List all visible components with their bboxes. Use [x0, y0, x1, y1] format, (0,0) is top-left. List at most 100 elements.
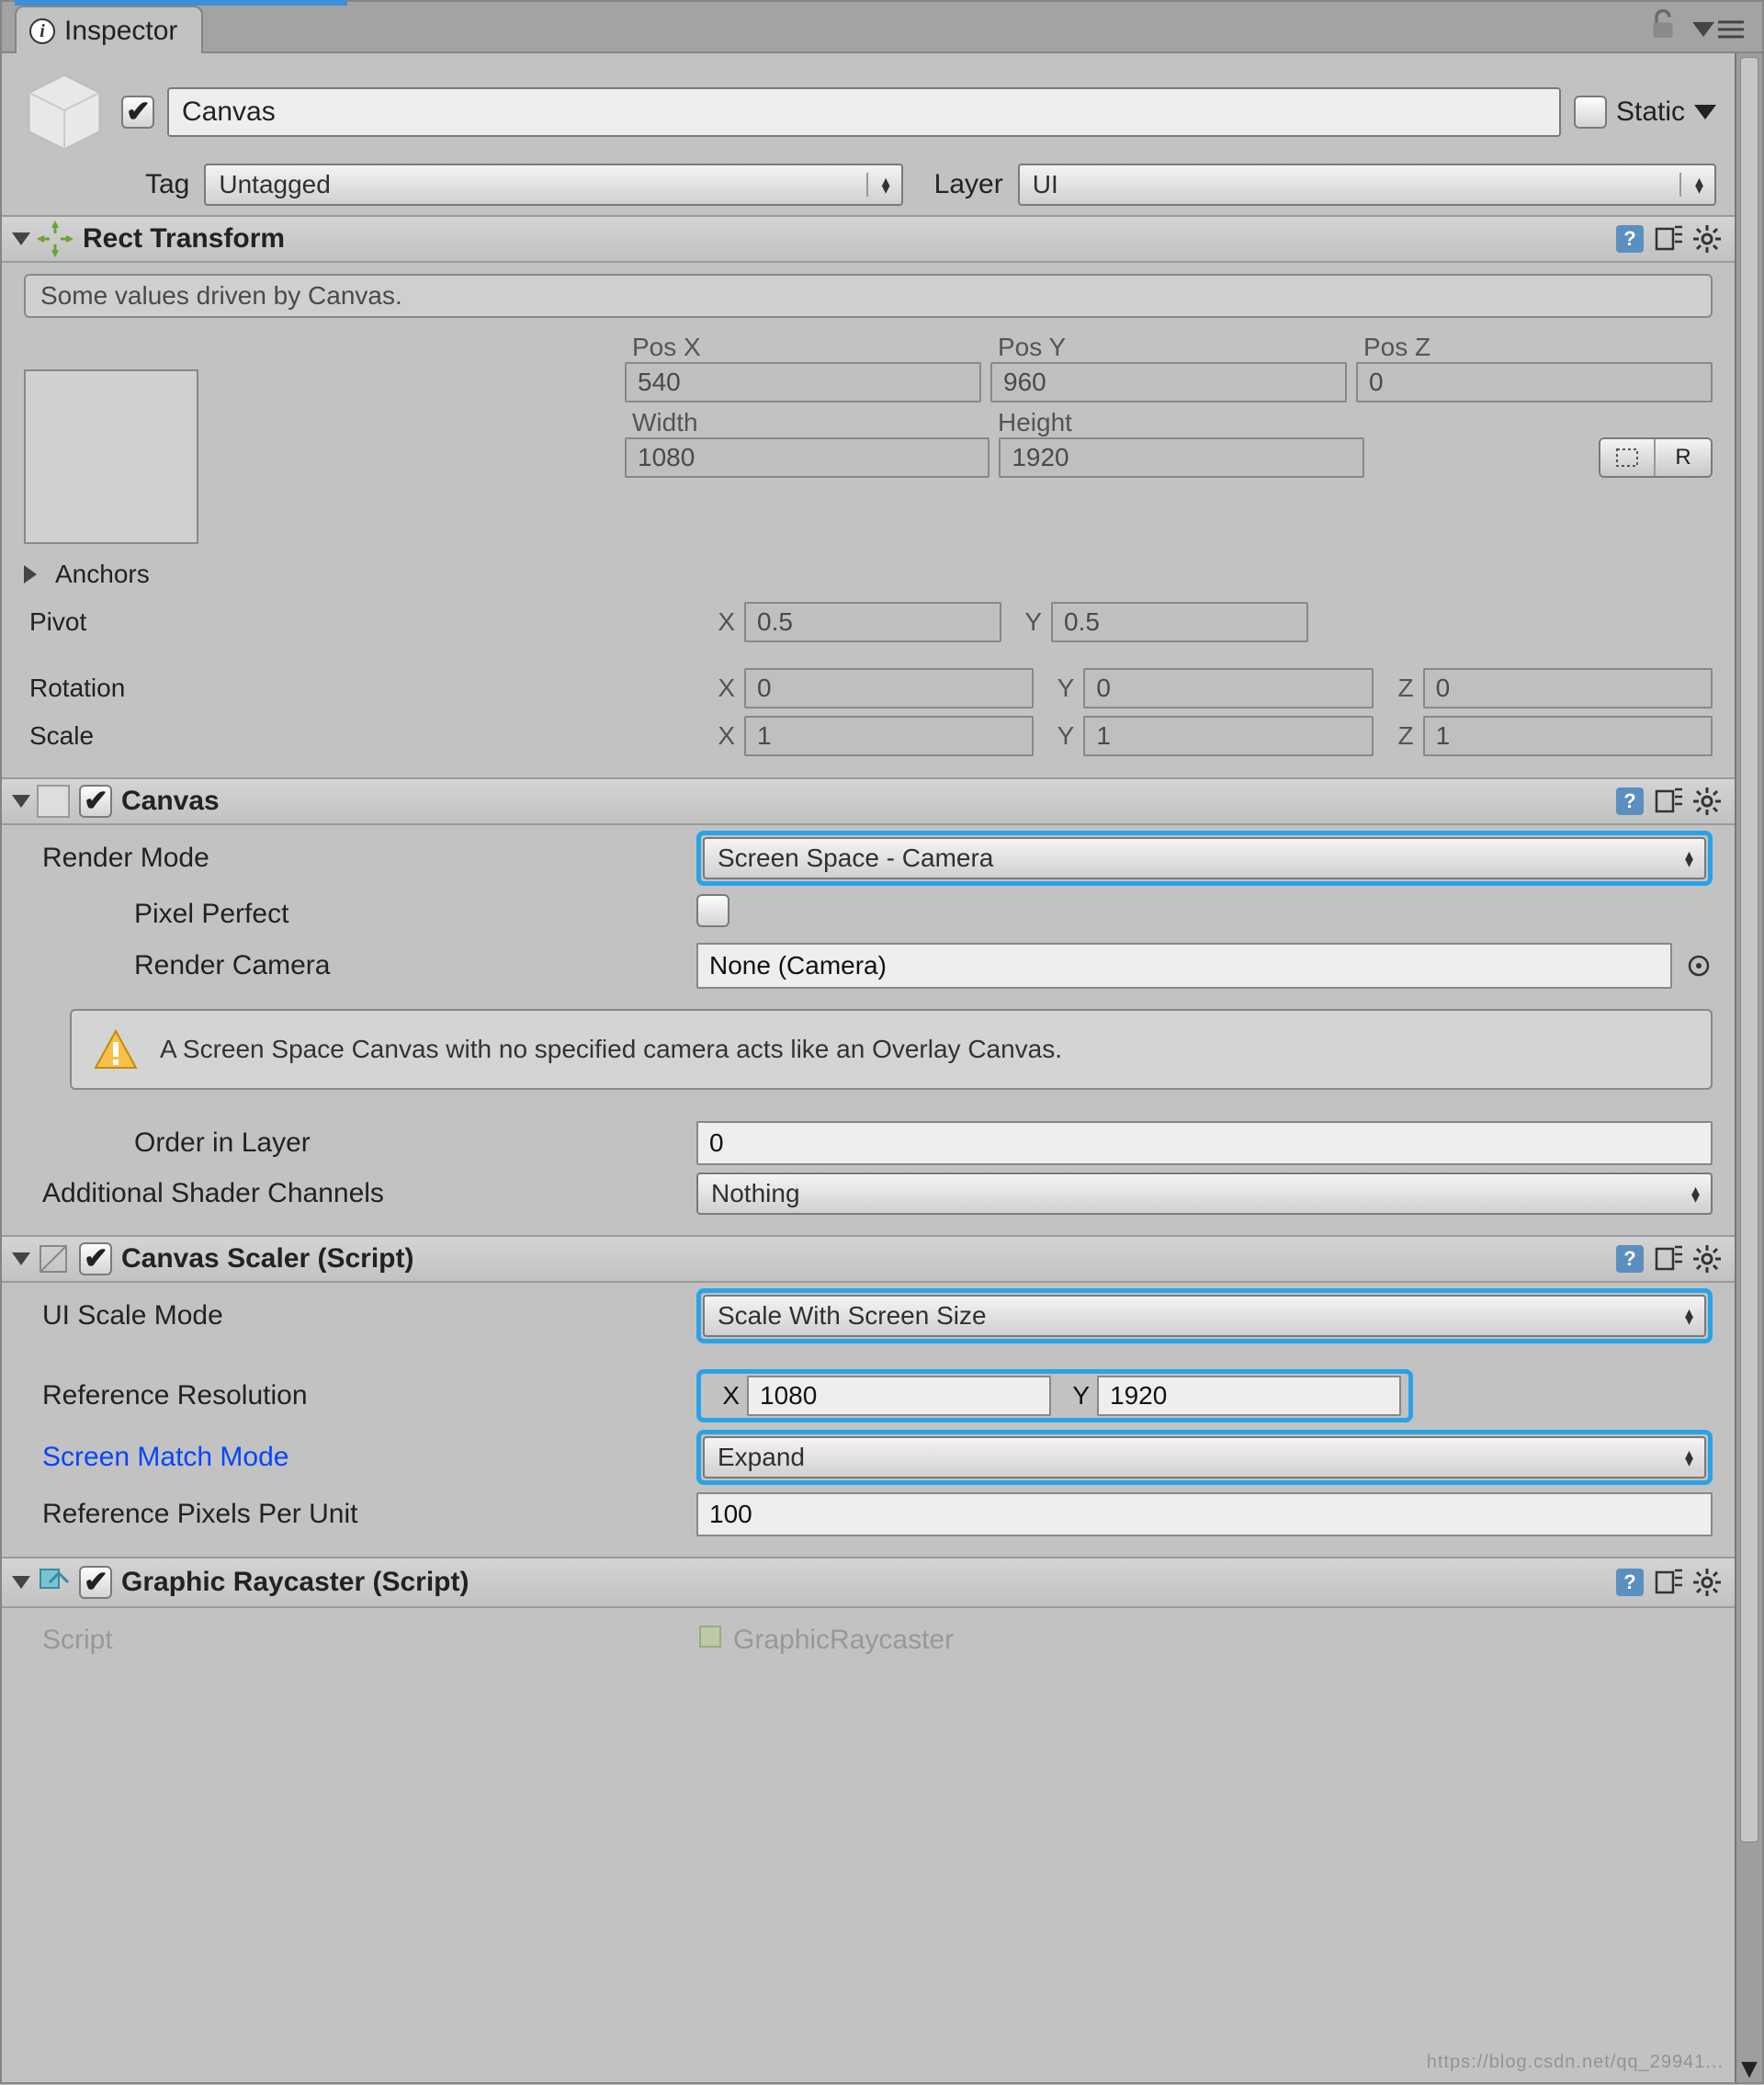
- preset-icon[interactable]: [1654, 1568, 1683, 1597]
- match-mode-label: Screen Match Mode: [24, 1442, 685, 1473]
- rect-transform-icon: [37, 221, 74, 257]
- ppu-label: Reference Pixels Per Unit: [24, 1499, 685, 1530]
- foldout-icon[interactable]: [12, 1576, 30, 1589]
- component-title: Canvas: [121, 786, 220, 817]
- static-dropdown-icon[interactable]: [1694, 105, 1716, 119]
- tag-dropdown[interactable]: Untagged ▴▾: [204, 164, 902, 206]
- gear-icon[interactable]: [1692, 1568, 1722, 1597]
- ref-res-label: Reference Resolution: [24, 1380, 685, 1411]
- help-icon[interactable]: ?: [1615, 224, 1645, 254]
- canvas-scaler-icon: [37, 1242, 70, 1275]
- ref-x-field[interactable]: 1080: [747, 1376, 1051, 1416]
- script-label: Script: [24, 1625, 685, 1656]
- anchor-preset-button[interactable]: [24, 369, 198, 544]
- tag-label: Tag: [145, 169, 191, 200]
- help-icon[interactable]: ?: [1615, 1568, 1645, 1597]
- render-mode-label: Render Mode: [24, 843, 685, 874]
- ppu-field[interactable]: 100: [696, 1492, 1713, 1536]
- scale-y[interactable]: 1: [1083, 716, 1373, 756]
- tab-bar: i Inspector: [2, 2, 1762, 53]
- raycaster-enable-checkbox[interactable]: [79, 1566, 112, 1599]
- order-field[interactable]: 0: [696, 1121, 1713, 1165]
- component-title: Canvas Scaler (Script): [121, 1243, 413, 1275]
- anchors-label: Anchors: [50, 560, 150, 589]
- object-picker-icon[interactable]: [1685, 952, 1713, 980]
- tab-title: Inspector: [64, 16, 177, 47]
- pixel-perfect-label: Pixel Perfect: [24, 899, 685, 930]
- width-field[interactable]: 1080: [625, 437, 989, 478]
- scale-z[interactable]: 1: [1423, 716, 1713, 756]
- render-camera-label: Render Camera: [24, 950, 685, 981]
- posx-field[interactable]: 540: [625, 362, 981, 402]
- pivot-y[interactable]: 0.5: [1051, 602, 1308, 642]
- foldout-icon[interactable]: [12, 795, 30, 808]
- graphic-raycaster-body: Script GraphicRaycaster: [2, 1608, 1735, 1665]
- canvas-scaler-header[interactable]: Canvas Scaler (Script) ?: [2, 1235, 1735, 1283]
- scroll-down-icon[interactable]: ▼: [1736, 2058, 1762, 2080]
- rot-z[interactable]: 0: [1423, 668, 1713, 708]
- canvas-scaler-body: UI Scale Mode Scale With Screen Size ▴▾ …: [2, 1283, 1735, 1557]
- render-mode-dropdown[interactable]: Screen Space - Camera ▴▾: [703, 837, 1706, 879]
- component-title: Graphic Raycaster (Script): [121, 1567, 469, 1598]
- scaler-enable-checkbox[interactable]: [79, 1242, 112, 1275]
- canvas-component-icon: [37, 785, 70, 818]
- rotation-label: Rotation: [24, 674, 695, 703]
- match-mode-dropdown[interactable]: Expand ▴▾: [703, 1436, 1706, 1479]
- preset-icon[interactable]: [1654, 1244, 1683, 1274]
- inspector-tab[interactable]: i Inspector: [15, 6, 203, 53]
- gameobject-icon[interactable]: [20, 68, 108, 156]
- static-checkbox[interactable]: [1574, 96, 1607, 129]
- pixel-perfect-checkbox[interactable]: [696, 894, 729, 927]
- canvas-header[interactable]: Canvas ?: [2, 777, 1735, 825]
- preset-icon[interactable]: [1654, 224, 1683, 254]
- foldout-icon[interactable]: [24, 565, 37, 584]
- script-icon: [696, 1623, 724, 1658]
- vertical-scrollbar[interactable]: ▲ ▼: [1735, 53, 1762, 2082]
- gear-icon[interactable]: [1692, 224, 1722, 254]
- blueprint-button[interactable]: [1600, 439, 1656, 476]
- height-field[interactable]: 1920: [999, 437, 1363, 478]
- scale-x[interactable]: 1: [744, 716, 1034, 756]
- graphic-raycaster-header[interactable]: Graphic Raycaster (Script) ?: [2, 1557, 1735, 1608]
- gear-icon[interactable]: [1692, 787, 1722, 816]
- rot-y[interactable]: 0: [1083, 668, 1373, 708]
- foldout-icon[interactable]: [12, 232, 30, 245]
- tag-layer-row: Tag Untagged ▴▾ Layer UI ▴▾: [2, 162, 1735, 215]
- pivot-x[interactable]: 0.5: [744, 602, 1001, 642]
- raw-button[interactable]: R: [1656, 439, 1711, 476]
- shader-label: Additional Shader Channels: [24, 1178, 685, 1209]
- lock-icon[interactable]: [1650, 9, 1676, 50]
- rot-x[interactable]: 0: [744, 668, 1034, 708]
- order-label: Order in Layer: [24, 1127, 685, 1159]
- help-icon[interactable]: ?: [1615, 1244, 1645, 1274]
- panel-menu-icon[interactable]: [1692, 19, 1744, 40]
- shader-channels-dropdown[interactable]: Nothing ▴▾: [696, 1173, 1713, 1215]
- gear-icon[interactable]: [1692, 1244, 1722, 1274]
- scale-mode-dropdown[interactable]: Scale With Screen Size ▴▾: [703, 1295, 1706, 1337]
- width-label: Width: [625, 408, 981, 437]
- posx-label: Pos X: [625, 333, 981, 362]
- scale-label: Scale: [24, 721, 695, 751]
- rect-transform-header[interactable]: Rect Transform ?: [2, 215, 1735, 263]
- layer-dropdown[interactable]: UI ▴▾: [1018, 164, 1716, 206]
- object-name-field[interactable]: Canvas: [167, 87, 1561, 137]
- info-icon: i: [29, 18, 55, 44]
- enable-checkbox[interactable]: [121, 96, 154, 129]
- canvas-enable-checkbox[interactable]: [79, 785, 112, 818]
- script-value: GraphicRaycaster: [733, 1625, 954, 1656]
- canvas-body: Render Mode Screen Space - Camera ▴▾ Pix…: [2, 825, 1735, 1235]
- posy-field[interactable]: 960: [990, 362, 1347, 402]
- help-icon[interactable]: ?: [1615, 787, 1645, 816]
- warning-box: A Screen Space Canvas with no specified …: [70, 1009, 1713, 1090]
- preset-icon[interactable]: [1654, 787, 1683, 816]
- posz-field[interactable]: 0: [1356, 362, 1713, 402]
- scale-mode-label: UI Scale Mode: [24, 1300, 685, 1331]
- foldout-icon[interactable]: [12, 1252, 30, 1265]
- render-camera-field[interactable]: None (Camera): [696, 943, 1672, 989]
- static-label: Static: [1616, 96, 1685, 128]
- scrollbar-thumb[interactable]: [1740, 57, 1758, 1842]
- ref-y-field[interactable]: 1920: [1097, 1376, 1401, 1416]
- highlight: Screen Space - Camera ▴▾: [696, 831, 1713, 886]
- posy-label: Pos Y: [990, 333, 1347, 362]
- blueprint-raw-buttons[interactable]: R: [1599, 437, 1713, 478]
